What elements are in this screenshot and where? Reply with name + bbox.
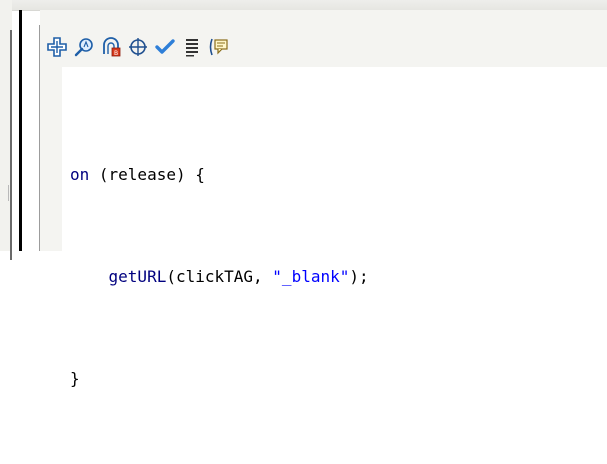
code-line-1: on (release) { xyxy=(70,158,369,192)
panel-divider[interactable] xyxy=(19,10,22,251)
show-code-hint-button[interactable] xyxy=(206,35,232,59)
plus-icon xyxy=(47,37,67,57)
function-args-close: ); xyxy=(349,267,369,286)
crosshair-icon xyxy=(129,38,147,56)
code-line-3: } xyxy=(70,362,369,396)
event-handler-text: (release) { xyxy=(89,165,205,184)
add-statement-button[interactable] xyxy=(44,35,70,59)
crosshair-target-button[interactable] xyxy=(125,35,151,59)
function-geturl: getURL xyxy=(108,267,167,286)
code-hint-icon xyxy=(209,38,228,56)
panel-edge-tick xyxy=(8,185,12,201)
actions-toolbar: B xyxy=(40,10,607,67)
checkmark-icon xyxy=(155,39,175,54)
auto-format-icon xyxy=(186,39,198,57)
string-literal: "_blank" xyxy=(272,267,350,286)
target-path-icon: B xyxy=(103,37,121,57)
auto-format-button[interactable] xyxy=(179,35,205,59)
editor-gutter xyxy=(40,67,62,251)
magnifier-icon xyxy=(74,38,93,57)
insert-target-path-button[interactable]: B xyxy=(98,35,124,59)
function-args-open: (clickTAG, xyxy=(166,267,273,286)
script-editor[interactable]: on (release) { getURL(clickTAG, "_blank"… xyxy=(40,67,607,388)
closing-brace: } xyxy=(70,369,80,388)
keyword-on: on xyxy=(70,165,90,184)
code-line-2: getURL(clickTAG, "_blank"); xyxy=(70,260,369,294)
panel-resize-edge[interactable] xyxy=(10,30,12,260)
svg-text:B: B xyxy=(114,50,118,57)
find-button[interactable] xyxy=(71,35,97,59)
code-block[interactable]: on (release) { getURL(clickTAG, "_blank"… xyxy=(70,90,369,464)
check-syntax-button[interactable] xyxy=(152,35,178,59)
